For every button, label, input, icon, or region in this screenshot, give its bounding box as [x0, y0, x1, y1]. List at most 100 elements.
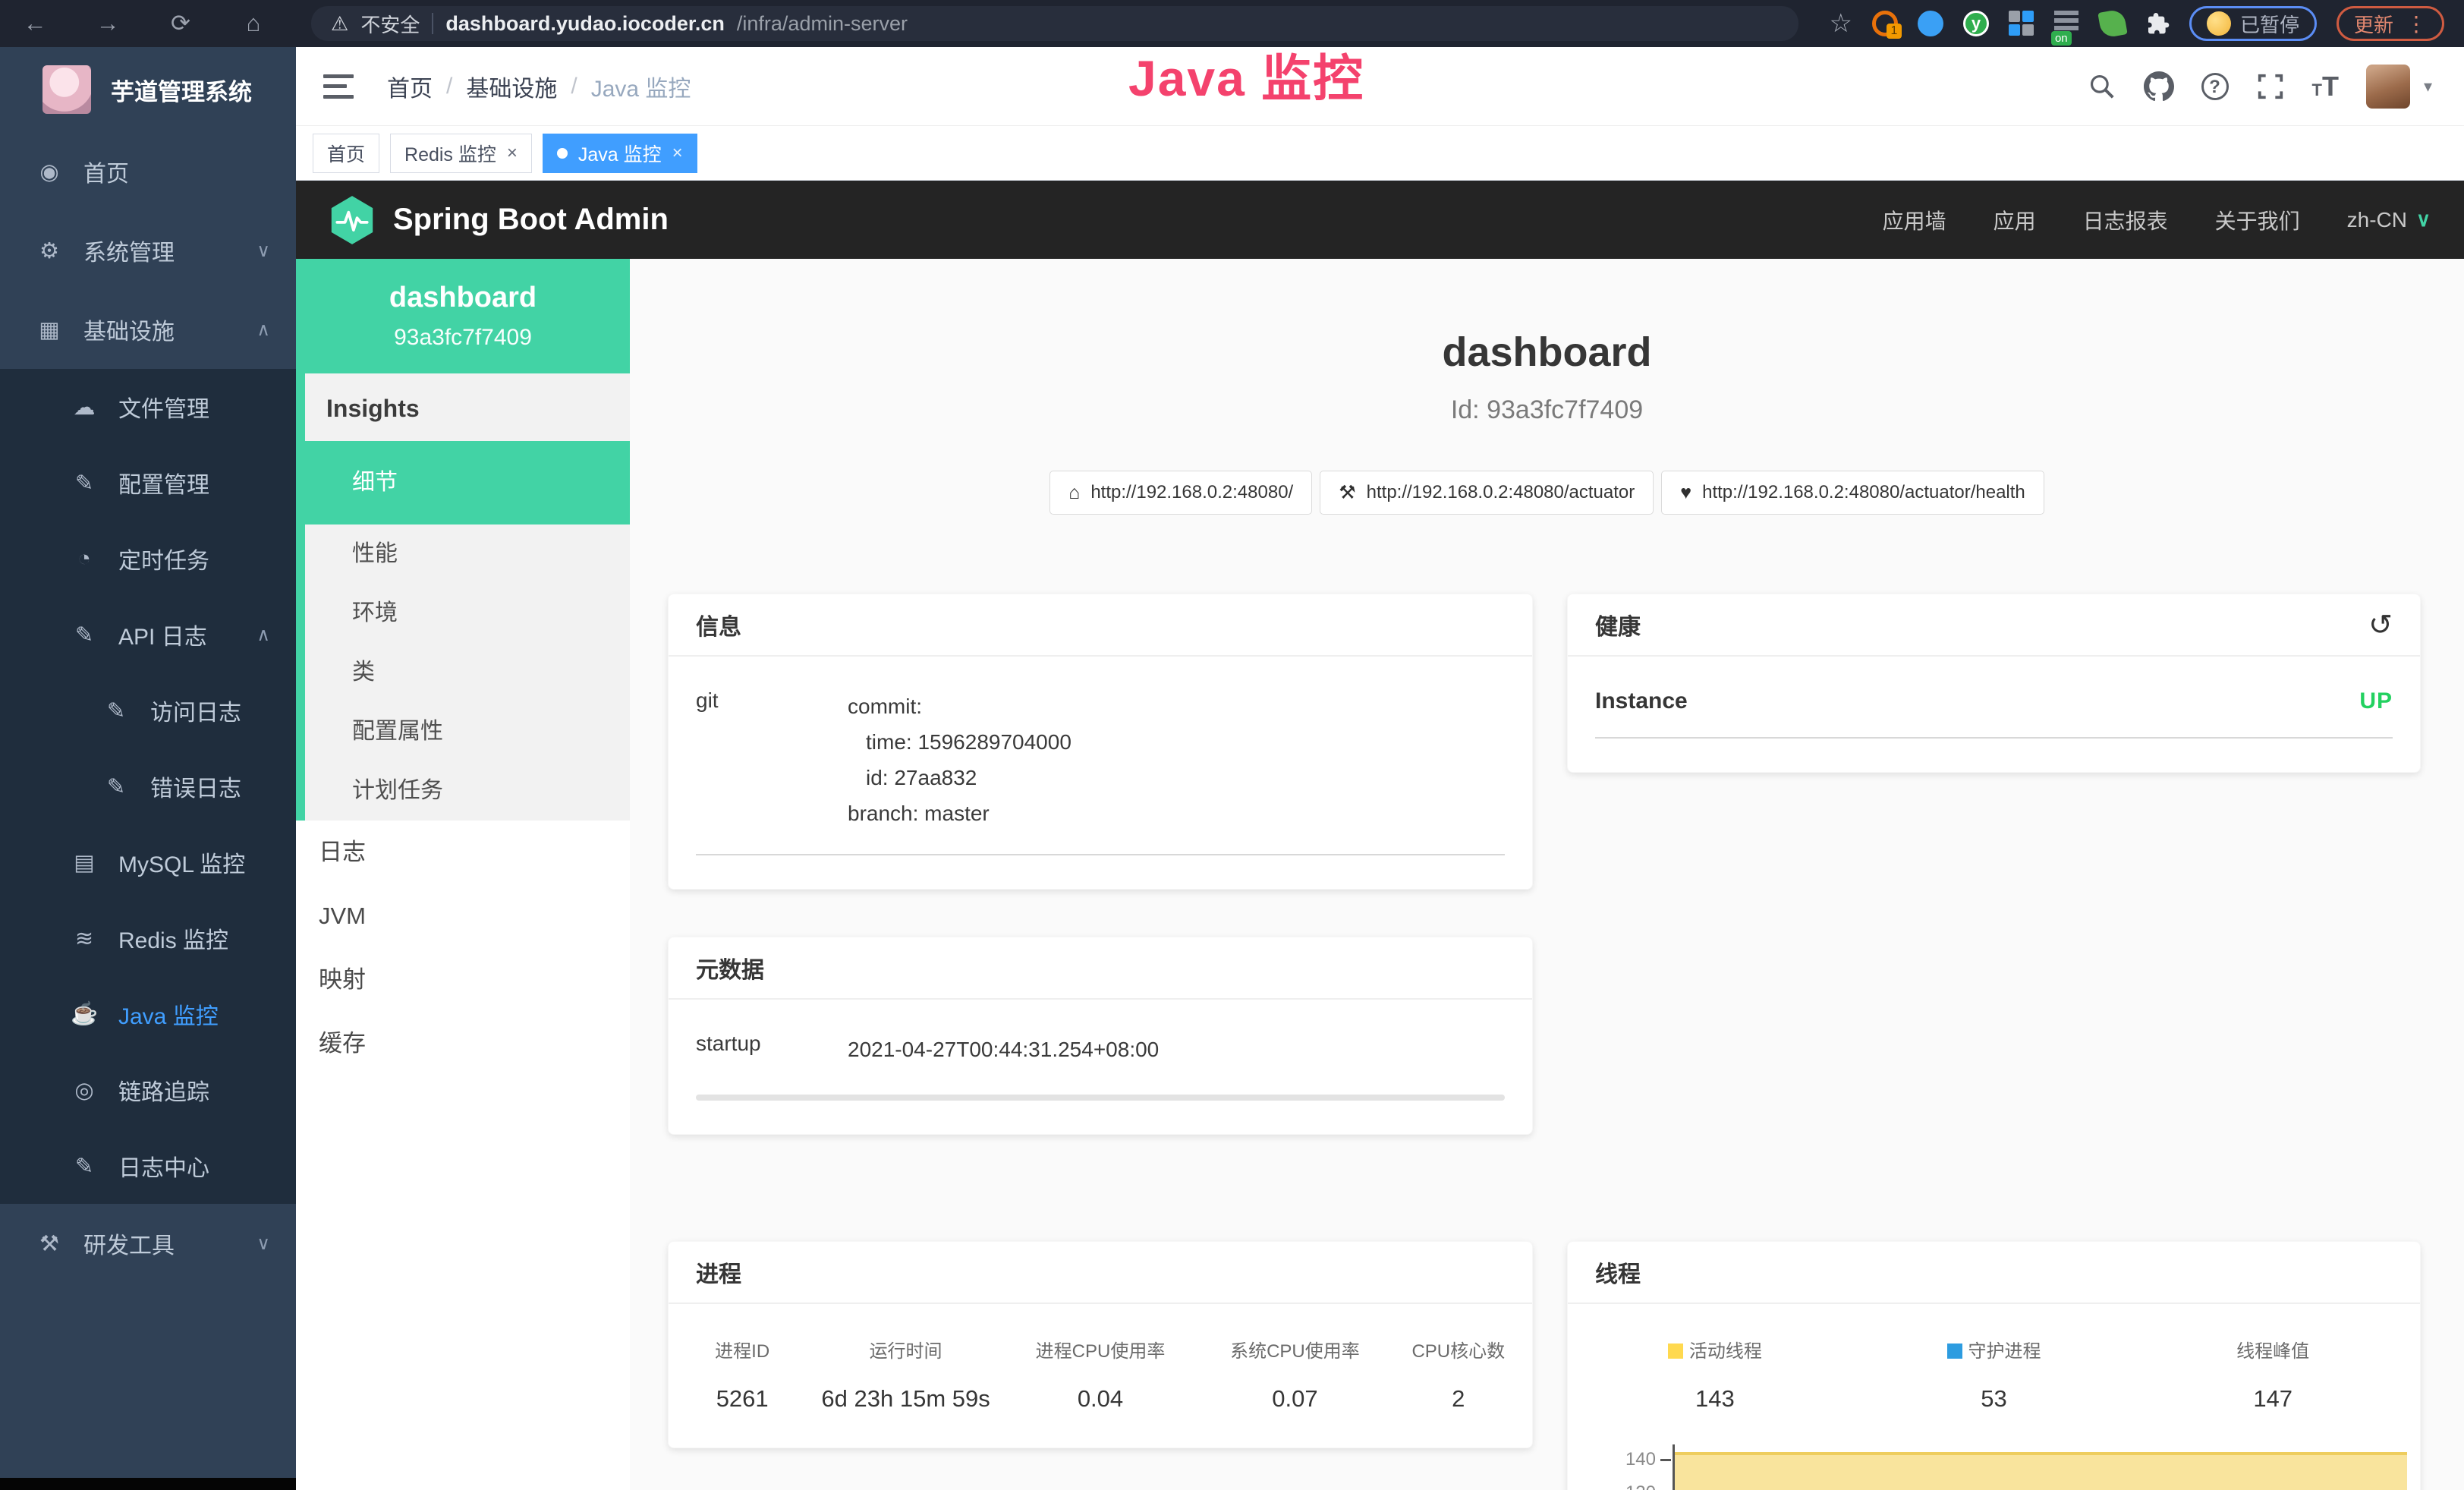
sba-instance-sidebar: dashboard 93a3fc7f7409 Insights 细节 性能 环境… — [296, 259, 630, 1490]
tag-redis-monitor[interactable]: Redis 监控 × — [390, 134, 532, 173]
sidebar-item-tracing[interactable]: ◎ 链路追踪 — [0, 1052, 296, 1128]
chevron-down-icon: ∨ — [256, 240, 270, 262]
list-extension-icon[interactable]: on — [2054, 11, 2080, 36]
infra-submenu: ☁ 文件管理 ✎ 配置管理 ◔ 定时任务 ✎ API 日志 ∧ ✎ 访问日志 ✎ — [0, 369, 296, 1204]
sba-language-select[interactable]: zh-CN ∨ — [2347, 208, 2431, 232]
sidebar-item-infra[interactable]: ▦ 基础设施 ∧ — [0, 290, 296, 369]
edit-icon: ✎ — [70, 470, 99, 496]
health-card-title: 健康 — [1595, 608, 1641, 641]
caret-down-icon[interactable]: ▾ — [2424, 77, 2432, 96]
sba-brand[interactable]: Spring Boot Admin — [329, 194, 669, 246]
close-icon[interactable]: × — [672, 143, 683, 164]
address-bar[interactable]: ⚠ 不安全 dashboard.yudao.iocoder.cn /infra/… — [311, 6, 1798, 41]
sba-item-caches[interactable]: 缓存 — [296, 1012, 630, 1076]
breadcrumb-infra[interactable]: 基础设施 — [466, 70, 557, 103]
fullscreen-icon[interactable] — [2256, 72, 2285, 101]
sidebar-item-java-monitor[interactable]: ☕ Java 监控 — [0, 976, 296, 1052]
sidebar-item-scheduled-jobs[interactable]: ◔ 定时任务 — [0, 521, 296, 597]
divider — [1595, 737, 2393, 739]
close-icon[interactable]: × — [507, 143, 518, 164]
health-row[interactable]: Instance UP — [1595, 688, 2393, 714]
update-browser-button[interactable]: 更新 ⋮ — [2337, 6, 2444, 41]
back-icon[interactable]: ← — [20, 10, 50, 37]
blue-swatch-icon — [1947, 1344, 1962, 1359]
heartbeat-icon: ♥ — [1680, 482, 1691, 504]
pin-extension-icon[interactable] — [1918, 11, 1943, 36]
sidebar-item-file-mgmt[interactable]: ☁ 文件管理 — [0, 369, 296, 445]
stat-pid: 进程ID 5261 — [676, 1336, 808, 1413]
sba-item-metrics[interactable]: 性能 — [305, 524, 630, 584]
home-icon[interactable]: ⌂ — [238, 10, 269, 37]
sba-item-classes[interactable]: 类 — [305, 643, 630, 702]
reload-icon[interactable]: ⟳ — [165, 10, 196, 37]
service-url-button[interactable]: ⌂ http://192.168.0.2:48080/ — [1049, 471, 1312, 515]
sidebar-item-redis-monitor[interactable]: ≋ Redis 监控 — [0, 900, 296, 976]
y-extension-icon[interactable]: y — [1963, 11, 1989, 36]
legend-peak-threads: 线程峰值 147 — [2133, 1336, 2412, 1413]
sba-nav-about[interactable]: 关于我们 — [2215, 205, 2300, 235]
menu-dots-icon[interactable]: ⋮ — [2406, 11, 2427, 36]
sidebar-item-access-log[interactable]: ✎ 访问日志 — [0, 673, 296, 748]
breadcrumb-home[interactable]: 首页 — [387, 70, 433, 103]
sidebar-item-system[interactable]: ⚙ 系统管理 ∨ — [0, 211, 296, 290]
top-navbar: 首页 / 基础设施 / Java 监控 ? TT ▾ — [296, 47, 2464, 126]
ytick-120: 120 — [1583, 1482, 1656, 1490]
horizontal-scrollbar[interactable] — [696, 1095, 1505, 1101]
sba-item-mappings[interactable]: 映射 — [296, 948, 630, 1012]
help-icon[interactable]: ? — [2201, 73, 2229, 100]
actuator-url-button[interactable]: ⚒ http://192.168.0.2:48080/actuator — [1320, 471, 1654, 515]
tags-view: 首页 Redis 监控 × Java 监控 × — [296, 126, 2464, 181]
sidebar-item-log-center[interactable]: ✎ 日志中心 — [0, 1128, 296, 1204]
sba-item-scheduled-tasks[interactable]: 计划任务 — [305, 761, 630, 821]
instance-id-line: Id: 93a3fc7f7409 — [630, 395, 2464, 425]
info-key: git — [696, 688, 848, 831]
hamburger-icon[interactable] — [323, 74, 354, 99]
security-label[interactable]: 不安全 — [360, 10, 420, 38]
user-avatar[interactable] — [2366, 65, 2410, 109]
forward-icon[interactable]: → — [93, 10, 123, 37]
history-icon[interactable]: ↺ — [2368, 608, 2393, 642]
chevron-down-icon: ∨ — [2416, 208, 2431, 232]
github-icon[interactable] — [2144, 71, 2174, 102]
bookmark-star-icon[interactable]: ☆ — [1829, 8, 1852, 39]
legend-live-threads: 活动线程 143 — [1575, 1336, 1855, 1413]
on-badge: on — [2051, 31, 2072, 46]
sidebar-item-mysql-monitor[interactable]: ▤ MySQL 监控 — [0, 824, 296, 900]
sidebar-item-api-log[interactable]: ✎ API 日志 ∧ — [0, 597, 296, 673]
sba-nav-applications[interactable]: 应用 — [1994, 205, 2036, 235]
sba-item-environment[interactable]: 环境 — [305, 584, 630, 643]
sba-item-logs[interactable]: 日志 — [296, 821, 630, 884]
sba-nav-wallboard[interactable]: 应用墙 — [1883, 205, 1946, 235]
font-size-icon[interactable]: TT — [2312, 71, 2339, 102]
info-value: commit: time: 1596289704000 id: 27aa832 … — [848, 688, 1072, 831]
leaf-extension-icon[interactable] — [2097, 8, 2127, 38]
database-icon: ▤ — [70, 849, 99, 876]
tag-java-monitor[interactable]: Java 监控 × — [543, 134, 697, 173]
sba-item-details[interactable]: 细节 — [296, 441, 630, 524]
sidebar-item-home[interactable]: ◉ 首页 — [0, 132, 296, 211]
sync-extension-icon[interactable]: 1 — [1872, 11, 1898, 36]
infrastructure-icon: ▦ — [35, 317, 64, 343]
app-logo-row[interactable]: 芋道管理系统 — [0, 47, 296, 132]
process-card: 进程 进程ID 5261 运行时间 6d 23h 15m 59s 进程CPU使用… — [668, 1241, 1533, 1448]
sidebar-item-config-mgmt[interactable]: ✎ 配置管理 — [0, 445, 296, 521]
sidebar-item-error-log[interactable]: ✎ 错误日志 — [0, 748, 296, 824]
stat-uptime: 运行时间 6d 23h 15m 59s — [808, 1336, 1002, 1413]
paused-label: 已暂停 — [2240, 10, 2299, 38]
grid-extension-icon[interactable] — [2009, 11, 2034, 36]
search-icon[interactable] — [2088, 72, 2116, 101]
health-instance-label: Instance — [1595, 688, 1688, 714]
tag-home[interactable]: 首页 — [313, 134, 379, 173]
sidebar-item-dev-tools[interactable]: ⚒ 研发工具 ∨ — [0, 1204, 296, 1283]
sba-instance-header[interactable]: dashboard 93a3fc7f7409 — [296, 259, 630, 373]
metadata-value: 2021-04-27T00:44:31.254+08:00 — [848, 1032, 1159, 1067]
health-url-button[interactable]: ♥ http://192.168.0.2:48080/actuator/heal… — [1661, 471, 2044, 515]
update-label: 更新 — [2354, 10, 2393, 38]
puzzle-extensions-icon[interactable] — [2145, 11, 2170, 36]
tools-icon: ⚒ — [35, 1230, 64, 1257]
sba-nav-journal[interactable]: 日志报表 — [2083, 205, 2168, 235]
health-status-badge: UP — [2359, 688, 2393, 714]
sba-item-config-props[interactable]: 配置属性 — [305, 702, 630, 761]
sba-item-jvm[interactable]: JVM — [296, 884, 630, 948]
paused-profile-button[interactable]: 已暂停 — [2189, 6, 2317, 41]
